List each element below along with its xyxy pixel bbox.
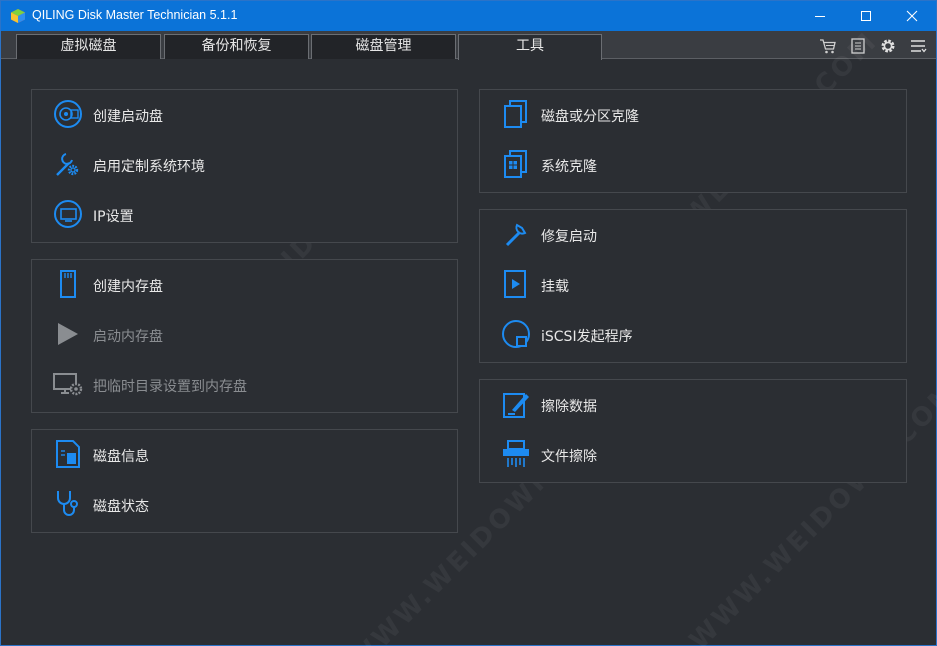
close-button[interactable]: [889, 1, 935, 31]
menu-icon[interactable]: [909, 37, 927, 55]
memory-card-icon: [60, 270, 76, 298]
maximize-button[interactable]: [843, 1, 889, 31]
item-label: iSCSI发起程序: [541, 329, 633, 345]
monitor-gear-icon: [53, 373, 83, 396]
create-ramdisk-item[interactable]: 创建内存盘: [52, 268, 432, 304]
disk-status-item[interactable]: 磁盘状态: [52, 488, 432, 524]
wipe-data-item[interactable]: 擦除数据: [500, 388, 880, 424]
window-title: QILING Disk Master Technician 5.1.1: [32, 8, 238, 22]
tab-tools[interactable]: 工具: [458, 34, 602, 60]
app-logo-icon: [11, 9, 25, 23]
play-icon: [58, 323, 78, 345]
disc-icon: [54, 100, 82, 128]
copy-icon: [504, 100, 527, 128]
disk-info-item[interactable]: 磁盘信息: [52, 438, 432, 474]
document-icon: [56, 440, 80, 468]
minimize-button[interactable]: [797, 1, 843, 31]
item-label: 文件擦除: [541, 449, 597, 465]
list-icon[interactable]: [849, 37, 867, 55]
tab-disk-management[interactable]: 磁盘管理: [311, 34, 456, 59]
item-label: 挂载: [541, 279, 569, 295]
disk-info-panel: 磁盘信息 磁盘状态: [31, 429, 458, 533]
title-bar[interactable]: QILING Disk Master Technician 5.1.1: [1, 1, 936, 31]
iscsi-initiator-item[interactable]: iSCSI发起程序: [500, 318, 880, 354]
item-label: 创建内存盘: [93, 279, 163, 295]
file-wipe-item[interactable]: 文件擦除: [500, 438, 880, 474]
disk-partition-clone-item[interactable]: 磁盘或分区克隆: [500, 98, 880, 134]
item-label: 启用定制系统环境: [93, 159, 205, 175]
temp-to-ramdisk-item[interactable]: 把临时目录设置到内存盘: [52, 368, 432, 404]
item-label: 擦除数据: [541, 399, 597, 415]
mount-item[interactable]: 挂载: [500, 268, 880, 304]
close-icon: [906, 10, 918, 22]
minimize-icon: [815, 16, 825, 17]
system-copy-icon: [504, 150, 527, 178]
stethoscope-icon: [57, 491, 78, 516]
mount-play-icon: [504, 270, 526, 298]
clone-panel: 磁盘或分区克隆 系统克隆: [479, 89, 907, 193]
boot-tools-panel: 创建启动盘 启用定制系统环境 IP设置: [31, 89, 458, 243]
item-label: 创建启动盘: [93, 109, 163, 125]
repair-panel: 修复启动 挂载 iSCSI发起程序: [479, 209, 907, 363]
item-label: 系统克隆: [541, 159, 597, 175]
item-label: 把临时目录设置到内存盘: [93, 379, 247, 395]
erase-icon: [503, 393, 529, 418]
app-window: QILING Disk Master Technician 5.1.1 虚拟磁盘…: [0, 0, 937, 646]
repair-boot-item[interactable]: 修复启动: [500, 218, 880, 254]
item-label: 磁盘信息: [93, 449, 149, 465]
iscsi-icon: [502, 320, 530, 348]
network-icon: [54, 200, 82, 228]
item-label: 修复启动: [541, 229, 597, 245]
custom-environment-item[interactable]: 启用定制系统环境: [52, 148, 432, 184]
create-boot-disk-item[interactable]: 创建启动盘: [52, 98, 432, 134]
tab-bar: 虚拟磁盘 备份和恢复 磁盘管理 工具: [1, 31, 936, 60]
tab-backup-restore[interactable]: 备份和恢复: [164, 34, 309, 59]
ramdisk-panel: 创建内存盘 启动内存盘 把临时目录设置到内存盘: [31, 259, 458, 413]
item-label: 磁盘状态: [93, 499, 149, 515]
item-label: 启动内存盘: [93, 329, 163, 345]
wipe-panel: 擦除数据 文件擦除: [479, 379, 907, 483]
cart-icon[interactable]: [819, 37, 837, 55]
gear-icon[interactable]: [879, 37, 897, 55]
ip-settings-item[interactable]: IP设置: [52, 198, 432, 234]
shredder-icon: [503, 440, 529, 467]
tools-icon: [56, 153, 79, 176]
maximize-icon: [861, 11, 871, 21]
start-ramdisk-item[interactable]: 启动内存盘: [52, 318, 432, 354]
tab-virtual-disk[interactable]: 虚拟磁盘: [16, 34, 161, 59]
item-label: IP设置: [93, 209, 134, 225]
item-label: 磁盘或分区克隆: [541, 109, 639, 125]
wrench-icon: [505, 223, 527, 247]
system-clone-item[interactable]: 系统克隆: [500, 148, 880, 184]
